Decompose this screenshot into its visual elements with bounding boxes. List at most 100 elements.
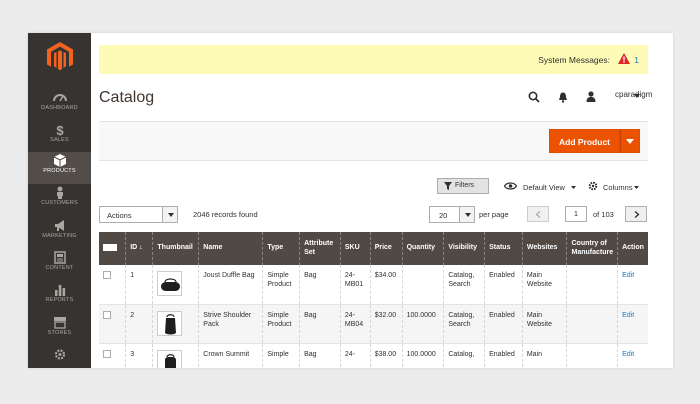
nav-label: STORES xyxy=(47,330,72,336)
shoulder-pack-image xyxy=(165,313,177,334)
gear-icon xyxy=(588,181,598,191)
cell-name: Joust Duffle Bag xyxy=(198,265,263,305)
cell-quantity xyxy=(401,265,444,305)
filters-button[interactable]: Filters xyxy=(437,178,489,194)
mass-select-header[interactable] xyxy=(99,232,126,265)
cell-type: Simple xyxy=(262,343,300,368)
system-messages-bar: System Messages: 1 xyxy=(99,45,648,74)
chevron-left-icon xyxy=(535,211,541,218)
add-product-button[interactable]: Add Product xyxy=(549,129,620,153)
person-icon xyxy=(56,186,63,199)
column-header-attribute-set[interactable]: Attribute Set xyxy=(299,232,341,265)
actions-select-value: Actions xyxy=(107,211,132,220)
column-header-price[interactable]: Price xyxy=(369,232,403,265)
system-messages-count[interactable]: 1 xyxy=(634,55,639,65)
gear-icon xyxy=(54,349,65,360)
table-row[interactable]: 2 Strive Shoulder Pack Simple Product Ba… xyxy=(99,304,648,344)
cell-price: $34.00 xyxy=(369,265,403,305)
dashboard-icon xyxy=(52,94,67,102)
product-thumbnail[interactable] xyxy=(157,271,183,296)
layout-icon xyxy=(53,251,66,264)
bar-chart-icon xyxy=(54,285,65,296)
column-header-sku[interactable]: SKU xyxy=(339,232,371,265)
nav-label: CUSTOMERS xyxy=(41,200,78,206)
cell-quantity: 100.0000 xyxy=(401,304,444,344)
default-view-dropdown[interactable]: Default View xyxy=(523,183,565,192)
mass-select-checkbox[interactable] xyxy=(103,244,117,252)
table-row[interactable]: 3 Crown Summit Simple Bag 24- $38.00 100… xyxy=(99,343,648,368)
edit-link[interactable]: Edit xyxy=(617,343,648,368)
column-header-quantity[interactable]: Quantity xyxy=(401,232,444,265)
nav-label: SALES xyxy=(50,137,69,143)
nav-content[interactable]: CONTENT xyxy=(28,249,91,281)
page-title: Catalog xyxy=(99,89,155,106)
search-icon[interactable] xyxy=(528,91,540,103)
megaphone-icon xyxy=(54,220,64,231)
nav-products[interactable]: PRODUCTS xyxy=(28,152,91,184)
admin-window: DASHBOARD $ SALES PRODUCTS CUSTOMERS MAR… xyxy=(28,33,673,368)
row-checkbox[interactable] xyxy=(103,310,111,319)
table-row[interactable]: 1 Joust Duffle Bag Simple Product Bag 24… xyxy=(99,265,648,305)
nav-dashboard[interactable]: DASHBOARD xyxy=(28,89,91,121)
nav-stores[interactable]: STORES xyxy=(28,314,91,346)
records-count: 2046 records found xyxy=(193,210,258,219)
cell-quantity: 100.0000 xyxy=(401,343,444,368)
nav-label: CONTENT xyxy=(45,265,74,271)
nav-label: MARKETING xyxy=(42,233,77,239)
filters-label: Filters xyxy=(455,182,475,189)
cell-sku: 24-MB04 xyxy=(339,304,371,344)
actions-select[interactable]: Actions xyxy=(99,206,178,223)
eye-icon xyxy=(504,182,517,190)
cell-status: Enabled xyxy=(484,265,523,305)
previous-page-button[interactable] xyxy=(527,206,549,222)
page-number-value: 1 xyxy=(573,209,579,218)
nav-reports[interactable]: REPORTS xyxy=(28,281,91,313)
filter-icon xyxy=(444,182,452,190)
cell-attribute-set: Bag xyxy=(299,343,341,368)
cell-websites: Main Website xyxy=(521,265,567,305)
column-header-type[interactable]: Type xyxy=(262,232,300,265)
edit-link[interactable]: Edit xyxy=(617,265,648,305)
cell-attribute-set: Bag xyxy=(299,304,341,344)
per-page-select[interactable]: 20 xyxy=(429,206,475,223)
column-header-id[interactable]: ID ↓ xyxy=(125,232,153,265)
edit-link[interactable]: Edit xyxy=(617,304,648,344)
cell-country xyxy=(566,265,618,305)
bell-icon[interactable] xyxy=(558,92,568,103)
next-page-button[interactable] xyxy=(625,206,647,222)
column-header-country[interactable]: Country of Manufacture xyxy=(566,232,618,265)
cell-country xyxy=(566,304,618,344)
cell-id: 2 xyxy=(125,304,153,344)
nav-system[interactable] xyxy=(28,346,91,368)
chevron-right-icon xyxy=(634,211,640,218)
chevron-down-icon[interactable] xyxy=(634,94,640,98)
product-thumbnail[interactable] xyxy=(157,349,183,368)
column-header-thumbnail[interactable]: Thumbnail xyxy=(152,232,199,265)
user-icon xyxy=(586,91,596,102)
nav-customers[interactable]: CUSTOMERS xyxy=(28,184,91,216)
nav-marketing[interactable]: MARKETING xyxy=(28,217,91,249)
columns-dropdown[interactable]: Columns xyxy=(603,183,633,192)
cell-id: 1 xyxy=(125,265,153,305)
total-pages: of 103 xyxy=(593,210,614,219)
magento-logo-icon[interactable] xyxy=(47,42,73,72)
per-page-value: 20 xyxy=(439,211,448,220)
nav-sales[interactable]: $ SALES xyxy=(28,121,91,153)
row-checkbox[interactable] xyxy=(103,271,111,279)
column-header-name[interactable]: Name xyxy=(198,232,263,265)
column-header-visibility[interactable]: Visibility xyxy=(443,232,485,265)
row-checkbox[interactable] xyxy=(103,349,111,358)
add-product-split-toggle[interactable] xyxy=(620,129,640,153)
column-header-status[interactable]: Status xyxy=(484,232,523,265)
page-number-input[interactable]: 1 xyxy=(565,206,587,222)
cell-sku: 24- xyxy=(339,343,371,368)
dollar-icon: $ xyxy=(56,123,64,136)
cell-attribute-set: Bag xyxy=(299,265,341,305)
cell-name: Crown Summit xyxy=(198,343,263,368)
column-header-websites[interactable]: Websites xyxy=(521,232,567,265)
duffle-bag-image xyxy=(161,278,181,291)
nav-label: PRODUCTS xyxy=(43,168,76,174)
chevron-down-icon xyxy=(162,207,177,222)
product-thumbnail[interactable] xyxy=(157,310,183,336)
per-page-label: per page xyxy=(479,210,509,219)
